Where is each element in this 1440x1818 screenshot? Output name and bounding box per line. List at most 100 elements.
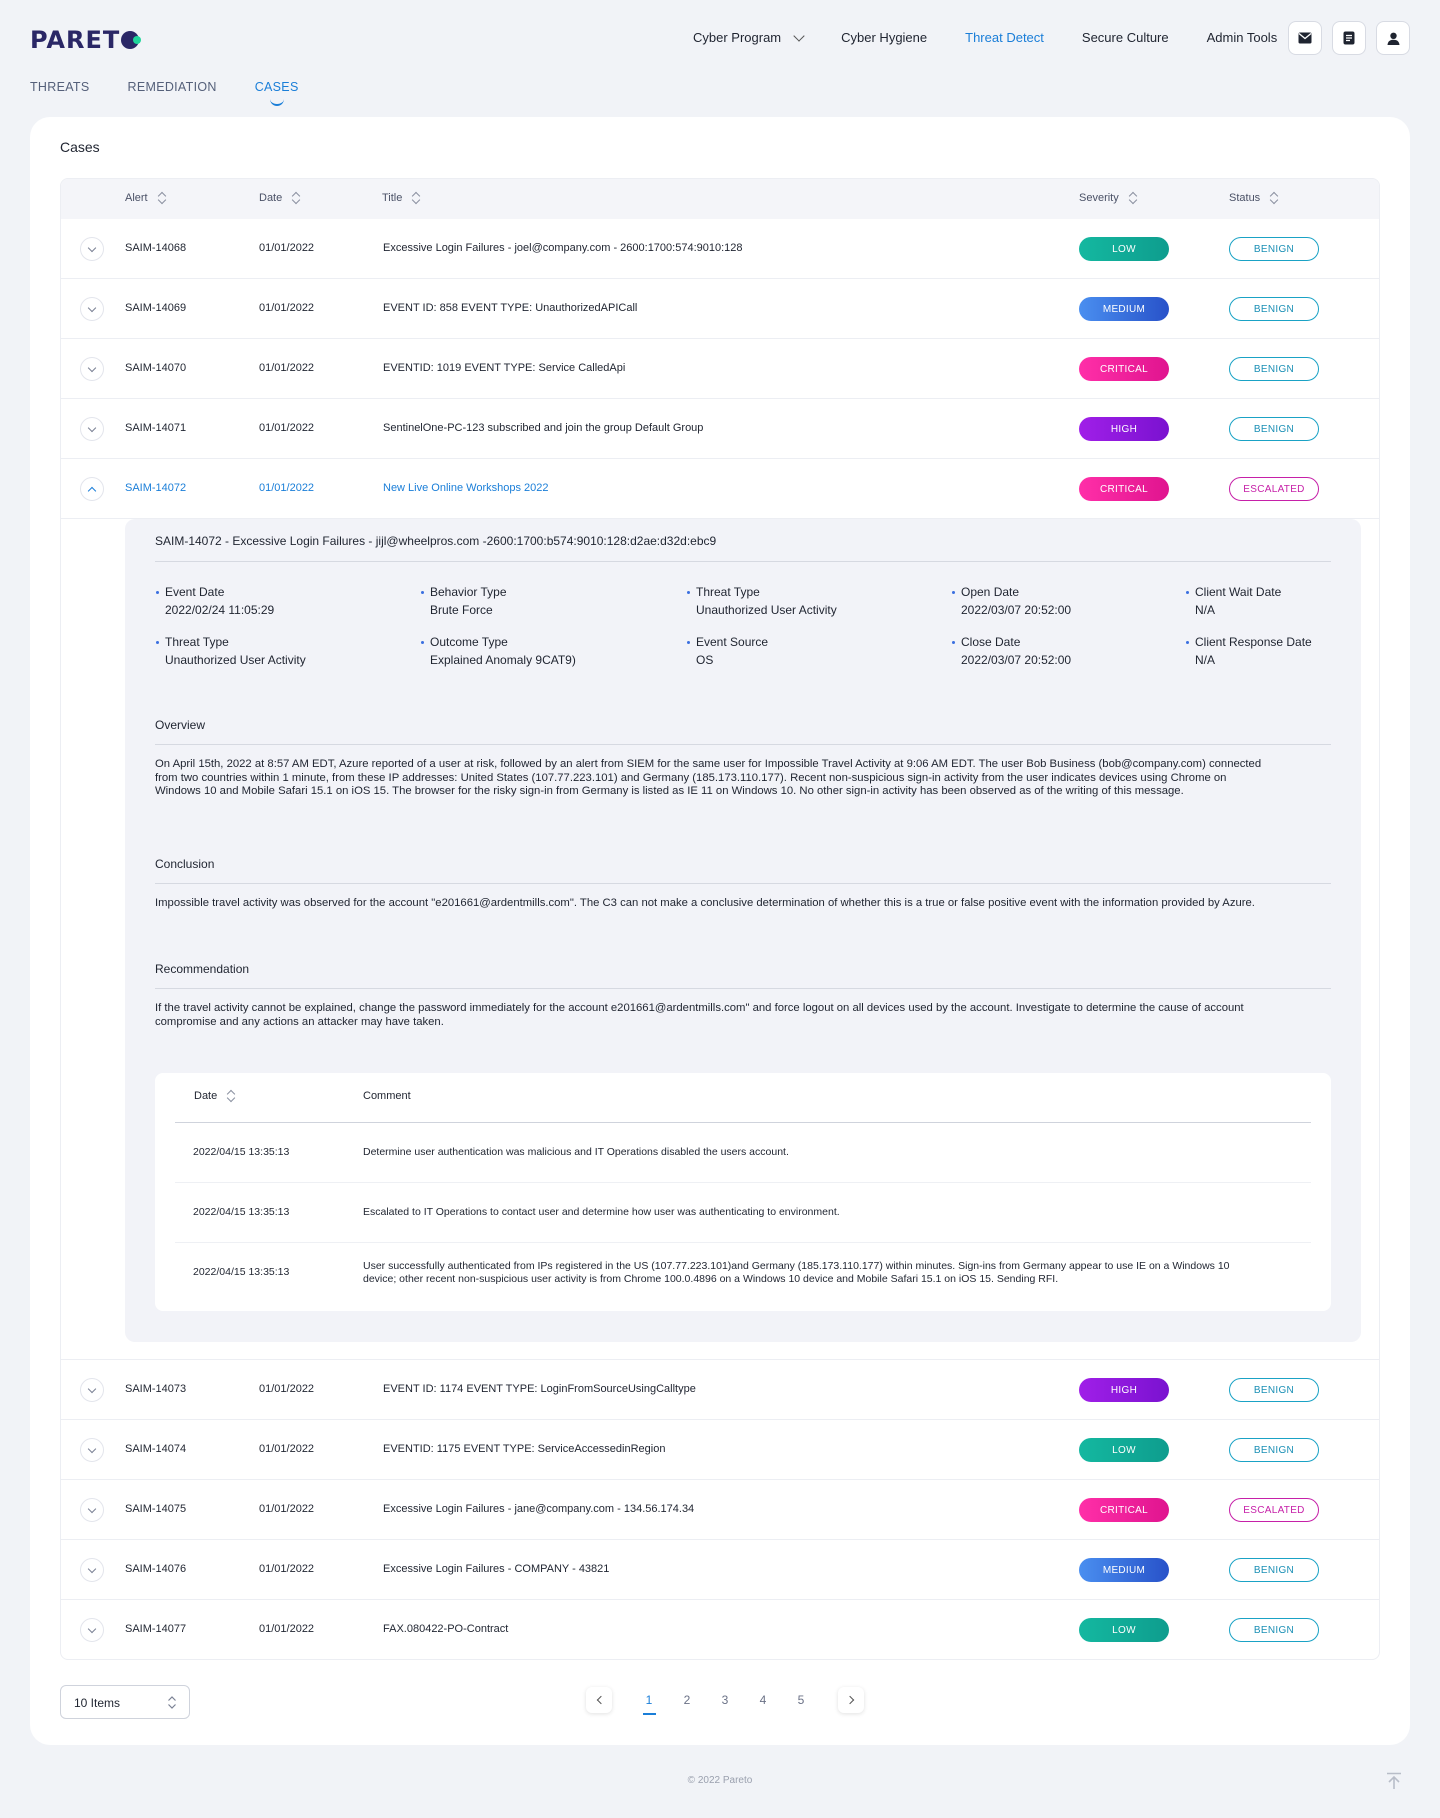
cell-alert[interactable]: SAIM-14068 [125,242,186,254]
column-date[interactable]: Date [259,192,301,204]
field-label: Close Date [961,633,1071,651]
table-row-expanded[interactable]: SAIM-14072 01/01/2022 New Live Online Wo… [61,459,1379,519]
nav-secure-culture[interactable]: Secure Culture [1082,30,1169,45]
sort-icon [412,192,421,204]
cases-table: Alert Date Title Severity Status SAIM-14… [60,178,1380,1660]
cell-alert[interactable]: SAIM-14077 [125,1623,186,1635]
nav-cyber-program[interactable]: Cyber Program [693,29,805,45]
page-4[interactable]: 4 [744,1693,782,1707]
copyright: © 2022 Pareto [687,1775,753,1786]
chevron-down-icon [87,363,97,372]
cell-title[interactable]: EVENTID: 1019 EVENT TYPE: Service Called… [383,362,625,374]
page-2[interactable]: 2 [668,1693,706,1707]
severity-badge: CRITICAL [1079,1498,1169,1522]
cell-title[interactable]: Excessive Login Failures - COMPANY - 438… [383,1563,609,1575]
tab-cases[interactable]: CASES [255,80,299,106]
overview-text: On April 15th, 2022 at 8:57 AM EDT, Azur… [155,758,1262,797]
expand-button[interactable] [80,417,104,441]
scroll-to-top-icon[interactable] [1386,1772,1402,1790]
cell-alert[interactable]: SAIM-14072 [125,482,186,494]
severity-badge: HIGH [1079,1378,1169,1402]
cell-title[interactable]: EVENT ID: 1174 EVENT TYPE: LoginFromSour… [383,1383,696,1395]
column-label: Severity [1079,192,1119,204]
cell-date: 01/01/2022 [259,1623,315,1635]
pagination: 1 2 3 4 5 [586,1687,864,1715]
table-header: Alert Date Title Severity Status [61,179,1379,219]
divider [155,561,1331,562]
table-row[interactable]: SAIM-14068 01/01/2022 Excessive Login Fail… [61,219,1379,279]
cell-title[interactable]: EVENTID: 1175 EVENT TYPE: ServiceAccesse… [383,1443,665,1455]
field-label: Client Wait Date [1195,585,1282,599]
mail-button[interactable] [1288,21,1322,55]
column-alert[interactable]: Alert [125,192,167,204]
divider [155,988,1331,989]
table-row[interactable]: SAIM-14077 01/01/2022 FAX.080422-PO-Contra… [61,1600,1379,1659]
column-title[interactable]: Title [382,192,421,204]
page-1[interactable]: 1 [630,1693,668,1715]
table-row[interactable]: SAIM-14075 01/01/2022 Excessive Login Fail… [61,1480,1379,1540]
chevron-down-icon [87,1384,97,1393]
expand-button[interactable] [80,297,104,321]
expand-button[interactable] [80,237,104,261]
divider [155,744,1331,745]
cell-title[interactable]: EVENT ID: 858 EVENT TYPE: UnauthorizedAP… [383,302,637,314]
comments-column-comment: Comment [363,1090,411,1102]
nav-admin-tools[interactable]: Admin Tools [1207,29,1301,45]
cell-title[interactable]: SentinelOne-PC-123 subscribed and join t… [383,422,703,434]
tab-threats[interactable]: THREATS [30,80,90,94]
cell-alert[interactable]: SAIM-14069 [125,302,186,314]
prev-page-button[interactable] [586,1687,612,1713]
field-value: Unauthorized User Activity [696,603,837,617]
cell-alert[interactable]: SAIM-14075 [125,1503,186,1515]
table-row[interactable]: SAIM-14076 01/01/2022 Excessive Login Fail… [61,1540,1379,1600]
field-open-date: Open Date 2022/03/07 20:52:00 [961,583,1071,619]
cell-title[interactable]: FAX.080422-PO-Contract [383,1623,508,1635]
comments-column-date[interactable]: Date [194,1090,236,1102]
column-label: Comment [363,1090,411,1102]
field-label: Behavior Type [430,585,507,599]
page-size-select[interactable]: 10 Items [60,1685,190,1719]
document-icon [1343,31,1355,45]
cell-title[interactable]: Excessive Login Failures - jane@company.… [383,1503,694,1515]
table-row[interactable]: SAIM-14073 01/01/2022 EVENT ID: 1174 EVENT… [61,1360,1379,1420]
sort-icon [158,192,167,204]
nav-cyber-hygiene[interactable]: Cyber Hygiene [841,30,927,45]
cell-alert[interactable]: SAIM-14074 [125,1443,186,1455]
comment-row: 2022/04/15 13:35:13 User successfully au… [175,1243,1311,1303]
pareto-logo[interactable]: PARET [30,26,142,54]
expand-button[interactable] [80,1498,104,1522]
reports-button[interactable] [1332,21,1366,55]
cell-alert[interactable]: SAIM-14071 [125,422,186,434]
cell-alert[interactable]: SAIM-14073 [125,1383,186,1395]
table-row[interactable]: SAIM-14069 01/01/2022 EVENT ID: 858 EVENT … [61,279,1379,339]
expand-button[interactable] [80,1558,104,1582]
collapse-button[interactable] [80,477,104,501]
cell-date: 01/01/2022 [259,422,315,434]
recommendation-title: Recommendation [155,962,250,976]
chevron-left-icon [596,1695,605,1705]
cell-alert[interactable]: SAIM-14076 [125,1563,186,1575]
table-row[interactable]: SAIM-14070 01/01/2022 EVENTID: 1019 EVENT … [61,339,1379,399]
expand-button[interactable] [80,357,104,381]
cell-title[interactable]: New Live Online Workshops 2022 [383,482,549,494]
cell-date: 01/01/2022 [259,1443,315,1455]
page-5[interactable]: 5 [782,1693,820,1707]
column-severity[interactable]: Severity [1079,192,1138,204]
cell-alert[interactable]: SAIM-14070 [125,362,186,374]
column-status[interactable]: Status [1229,192,1279,204]
expand-button[interactable] [80,1378,104,1402]
logo-o-mark [121,31,142,49]
table-row[interactable]: SAIM-14074 01/01/2022 EVENTID: 1175 EVENT … [61,1420,1379,1480]
page-3[interactable]: 3 [706,1693,744,1707]
nav-threat-detect[interactable]: Threat Detect [965,30,1044,45]
next-page-button[interactable] [838,1687,864,1713]
table-row[interactable]: SAIM-14071 01/01/2022 SentinelOne-PC-123 s… [61,399,1379,459]
field-client-response-date: Client Response Date N/A [1195,633,1312,669]
expand-button[interactable] [80,1438,104,1462]
cell-title[interactable]: Excessive Login Failures - joel@company.… [383,242,743,254]
conclusion-text: Impossible travel activity was observed … [155,897,1255,909]
profile-button[interactable] [1376,21,1410,55]
tab-remediation[interactable]: REMEDIATION [128,80,217,94]
expand-button[interactable] [80,1618,104,1642]
chevron-down-icon [87,1444,97,1453]
